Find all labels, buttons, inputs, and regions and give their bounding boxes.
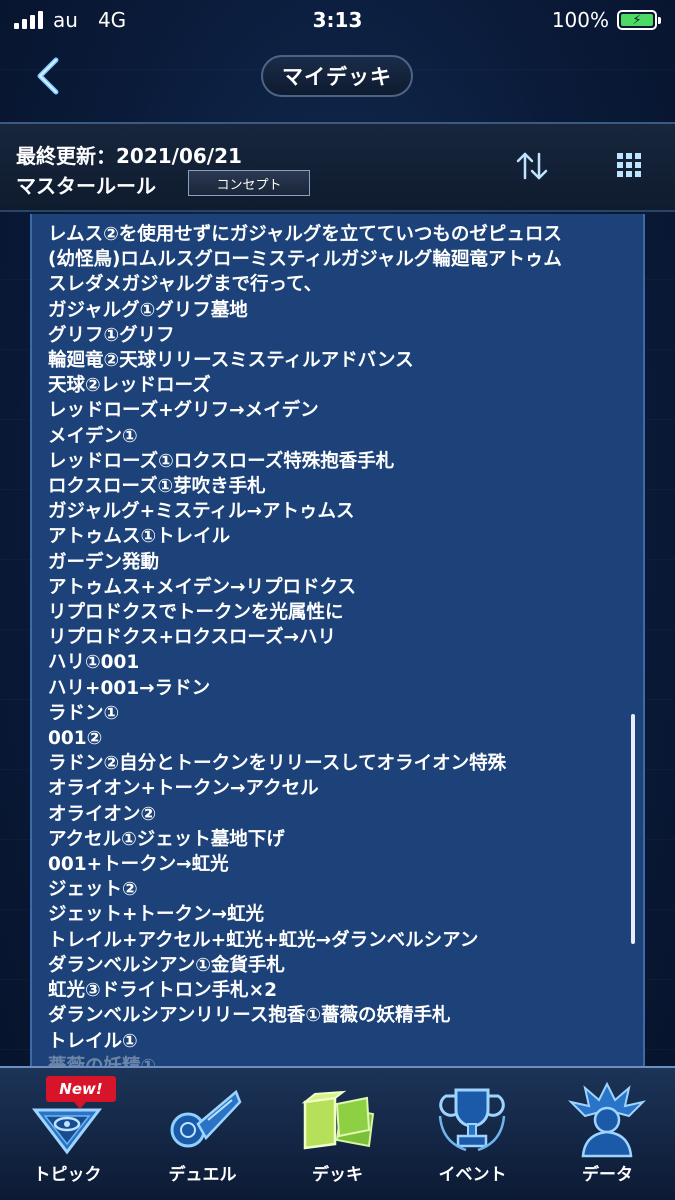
scrollbar[interactable] [631,714,635,944]
concept-line: 薔薇の妖精① [48,1054,613,1066]
deck-info-bar: 最終更新：2021/06/21 マスタールール コンセプト [0,122,675,212]
concept-line: オライオン+トークン→アクセル [48,778,319,800]
tab-label: デッキ [312,1165,363,1185]
concept-button[interactable]: コンセプト [188,170,310,196]
new-badge: New! [46,1076,116,1109]
grid-view-icon[interactable] [614,150,644,180]
tab-event[interactable]: イベント [405,1068,540,1200]
concept-line: レッドローズ①ロクスローズ特殊抱香手札 [48,450,395,472]
last-updated: 最終更新：2021/06/21 [16,144,242,168]
character-icon [567,1081,647,1158]
duel-disk-icon [170,1089,242,1148]
tab-deck[interactable]: デッキ [270,1068,405,1200]
concept-line: スレダメガジャルグまで行って、 [48,274,323,296]
concept-line: 001+トークン→虹光 [48,854,229,876]
carrier-label: au [53,8,78,32]
battery-icon: ⚡ [617,10,661,30]
tab-label: トピック [33,1165,102,1185]
tab-duel[interactable]: デュエル [135,1068,270,1200]
concept-line: ガーデン発動 [48,551,160,573]
concept-text: レムス②を使用せずにガジャルグを立てていつものゼピュロス (幼怪鳥)ロムルスグロー… [48,222,613,1066]
concept-line: ダランベルシアンリリース抱香①薔薇の妖精手札 [48,1005,451,1027]
chevron-left-icon [37,57,59,95]
concept-line: ダランベルシアン①金貨手札 [48,954,285,976]
back-button[interactable] [28,54,68,98]
concept-line: アトゥムス+メイデン→リプロドクス [48,576,356,598]
concept-line: 001② [48,728,103,750]
concept-line: ハリ+001→ラドン [48,677,211,699]
concept-line: ジェット+トークン→虹光 [48,904,265,926]
concept-line: メイデン① [48,425,138,447]
signal-icon [14,11,43,29]
concept-line: ガジャルグ①グリフ墓地 [48,299,248,321]
battery-percent: 100% [551,8,609,32]
concept-line: リプロドクスでトークンを光属性に [48,602,344,624]
concept-line: ラドン① [48,702,120,724]
deck-cards-icon [301,1090,375,1150]
concept-line: グリフ①グリフ [48,324,175,346]
concept-line: ラドン②自分とトークンをリリースしてオライオン特殊 [48,753,507,775]
deck-concept-panel[interactable]: レムス②を使用せずにガジャルグを立てていつものゼピュロス (幼怪鳥)ロムルスグロー… [30,214,645,1066]
concept-line: ジェット② [48,879,138,901]
tab-label: イベント [438,1165,507,1185]
concept-line: 天球②レッドローズ [48,375,211,397]
concept-line: レッドローズ+グリフ→メイデン [48,400,319,422]
status-bar: au 4G 3:13 100% ⚡ [0,0,675,40]
concept-line: (幼怪鳥)ロムルスグローミスティルガジャルグ輪廻竜アトゥム [48,249,562,271]
network-label: 4G [97,8,127,32]
concept-line: トレイル+アクセル+虹光+虹光→ダランベルシアン [48,929,479,951]
concept-line: ガジャルグ+ミスティル→アトゥムス [48,501,355,523]
concept-line: アトゥムス①トレイル [48,526,231,548]
concept-line: 虹光③ドライトロン手札×2 [48,980,278,1002]
concept-line: レムス②を使用せずにガジャルグを立てていつものゼピュロス [48,224,562,245]
nav-header: マイデッキ [0,40,675,120]
concept-line: 輪廻竜②天球リリースミスティルアドバンス [48,350,414,372]
sort-icon[interactable] [514,148,550,184]
concept-line: リプロドクス+ロクスローズ→ハリ [48,627,336,649]
tab-data[interactable]: データ [540,1068,675,1200]
tab-label: デュエル [168,1165,237,1185]
trophy-icon [438,1088,506,1152]
concept-line: ロクスローズ①芽吹き手札 [48,476,266,498]
page-title: マイデッキ [261,55,413,97]
tab-label: データ [582,1165,633,1185]
tab-bar: New! トピック デュエル デッキ イベント データ [0,1066,675,1200]
concept-line: ハリ①001 [48,652,140,674]
rule-label: マスタールール [16,174,156,198]
concept-line: アクセル①ジェット墓地下げ [48,828,285,850]
tab-topic[interactable]: New! トピック [0,1068,135,1200]
concept-line: オライオン② [48,803,157,825]
concept-line: トレイル① [48,1030,138,1052]
